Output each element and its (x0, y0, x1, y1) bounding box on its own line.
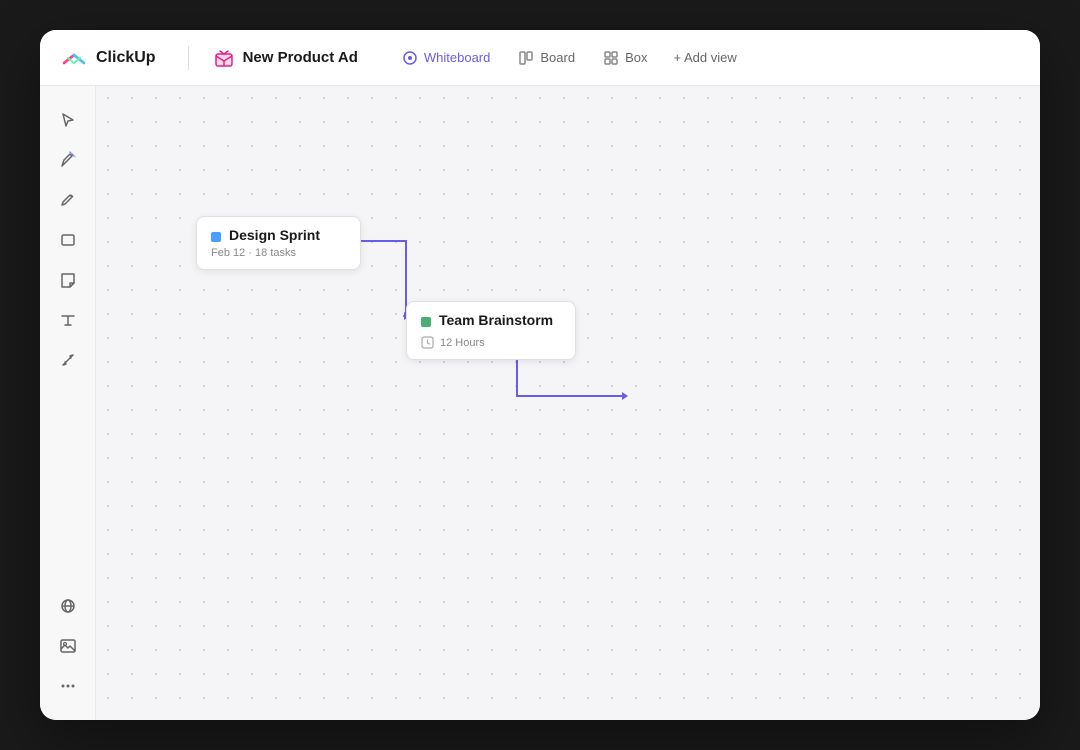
tab-board[interactable]: Board (506, 44, 587, 72)
team-brainstorm-meta-row: 12 Hours (421, 336, 561, 349)
whiteboard-tab-icon (402, 50, 418, 66)
logo-area[interactable]: ClickUp (60, 44, 156, 72)
app-name: ClickUp (96, 49, 156, 67)
board-tab-icon (518, 50, 534, 66)
project-cube-icon (213, 47, 235, 69)
add-view-button[interactable]: + Add view (663, 44, 746, 71)
team-brainstorm-title: Team Brainstorm (439, 312, 553, 328)
sticky-note-tool-button[interactable] (50, 262, 86, 298)
pen-icon (59, 191, 77, 209)
more-icon (59, 677, 77, 695)
header-divider (188, 46, 189, 70)
more-tools-button[interactable] (50, 668, 86, 704)
text-icon (59, 311, 77, 329)
main-content: Design Sprint Feb 12 · 18 tasks Team Bra… (40, 86, 1040, 720)
header: ClickUp New Product Ad White (40, 30, 1040, 86)
rectangle-tool-button[interactable] (50, 222, 86, 258)
project-title: New Product Ad (243, 49, 358, 66)
design-sprint-title: Design Sprint (229, 227, 320, 243)
nav-tabs: Whiteboard Board Box (390, 44, 747, 72)
whiteboard-canvas[interactable]: Design Sprint Feb 12 · 18 tasks Team Bra… (96, 86, 1040, 720)
pen-tool-button[interactable] (50, 182, 86, 218)
clickup-logo-icon (60, 44, 88, 72)
left-toolbar (40, 86, 96, 720)
globe-icon (59, 597, 77, 615)
canvas-arrows (96, 86, 1040, 720)
app-window: ClickUp New Product Ad White (40, 30, 1040, 720)
box-tab-icon (603, 50, 619, 66)
design-sprint-meta: Feb 12 · 18 tasks (211, 247, 346, 259)
magic-pen-icon (59, 151, 77, 169)
sticky-note-icon (59, 271, 77, 289)
image-tool-button[interactable] (50, 628, 86, 664)
tab-box[interactable]: Box (591, 44, 659, 72)
card-header-row-2: Team Brainstorm (421, 312, 561, 332)
card-dot-green (421, 317, 431, 327)
clock-icon (421, 336, 434, 349)
tab-whiteboard[interactable]: Whiteboard (390, 44, 502, 72)
cursor-icon (59, 111, 77, 129)
connector-icon (59, 351, 77, 369)
magic-pen-tool-button[interactable] (50, 142, 86, 178)
globe-tool-button[interactable] (50, 588, 86, 624)
connector-tool-button[interactable] (50, 342, 86, 378)
rectangle-icon (59, 231, 77, 249)
card-dot-blue (211, 232, 221, 242)
image-icon (59, 637, 77, 655)
team-brainstorm-card[interactable]: Team Brainstorm 12 Hours (406, 301, 576, 360)
design-sprint-card[interactable]: Design Sprint Feb 12 · 18 tasks (196, 216, 361, 270)
text-tool-button[interactable] (50, 302, 86, 338)
card-header-row: Design Sprint (211, 227, 346, 247)
project-title-area[interactable]: New Product Ad (213, 47, 358, 69)
cursor-tool-button[interactable] (50, 102, 86, 138)
